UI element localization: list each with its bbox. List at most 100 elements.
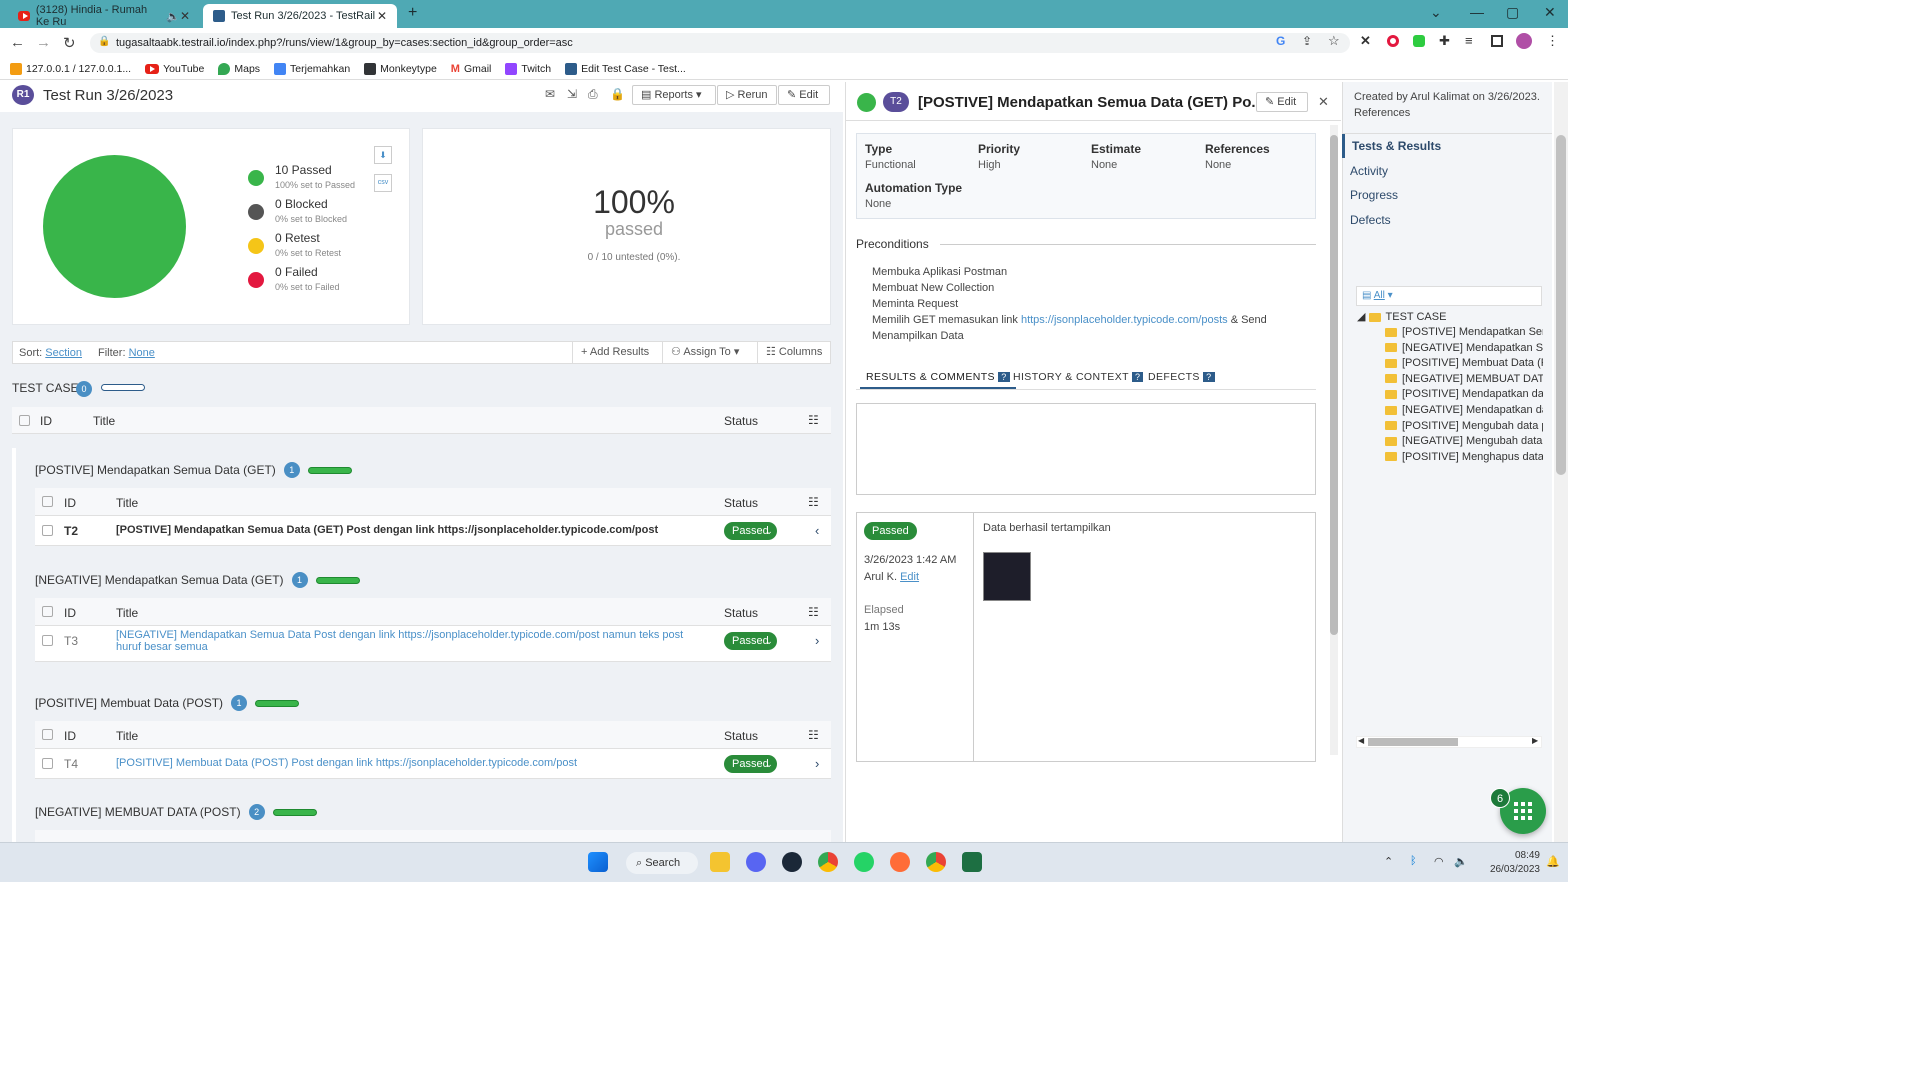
- maximize-icon[interactable]: ▢: [1506, 4, 1519, 21]
- tree-item[interactable]: [NEGATIVE] Mengubah data: [1385, 435, 1543, 447]
- postman-icon[interactable]: [890, 852, 910, 872]
- file-explorer-icon[interactable]: [710, 852, 730, 872]
- column-menu-icon[interactable]: ☷: [808, 605, 819, 619]
- browser-tab-youtube[interactable]: (3128) Hindia - Rumah Ke Ru 🔈 ✕: [8, 4, 200, 28]
- tree-filter[interactable]: ▤ All ▾: [1362, 290, 1393, 301]
- row-title-link[interactable]: [POSTIVE] Mendapatkan Semua Data (GET) P…: [116, 524, 706, 536]
- scroll-left-icon[interactable]: ◀: [1358, 736, 1364, 745]
- bookmark-monkeytype[interactable]: Monkeytype: [364, 62, 437, 75]
- help-icon[interactable]: ?: [1203, 372, 1215, 382]
- windows-start-icon[interactable]: [588, 852, 608, 872]
- row-status-dropdown[interactable]: Passed ⌄: [724, 755, 777, 773]
- chrome-menu-icon[interactable]: ⋮: [1546, 33, 1559, 49]
- bookmark-edit-test-case[interactable]: Edit Test Case - Test...: [565, 62, 686, 75]
- sidebar-nav-tests-results[interactable]: Tests & Results: [1352, 139, 1441, 153]
- lock-icon[interactable]: 🔒: [98, 36, 110, 47]
- clock-time[interactable]: 08:49: [1508, 850, 1540, 861]
- url-field[interactable]: tugasaltaabk.testrail.io/index.php?/runs…: [90, 33, 1350, 53]
- bluetooth-icon[interactable]: ᛒ: [1410, 855, 1417, 867]
- tab-defects[interactable]: DEFECTS ?: [1148, 371, 1215, 383]
- lock-run-icon[interactable]: 🔒: [610, 87, 625, 101]
- download-csv-icon[interactable]: csv: [374, 174, 392, 192]
- volume-icon[interactable]: 🔈: [1454, 855, 1468, 868]
- rerun-button[interactable]: ▷ Rerun: [717, 85, 777, 105]
- profile-avatar[interactable]: [1516, 33, 1532, 49]
- select-section-checkbox[interactable]: [42, 606, 53, 617]
- bookmark-translate[interactable]: Terjemahkan: [274, 62, 350, 75]
- tree-hscrollbar-thumb[interactable]: [1368, 738, 1458, 746]
- mail-icon[interactable]: ✉: [545, 87, 555, 101]
- comment-input[interactable]: [856, 403, 1316, 495]
- tab-search-icon[interactable]: ⌄: [1430, 4, 1442, 21]
- edit-test-button[interactable]: ✎ Edit: [1256, 92, 1308, 112]
- precondition-link[interactable]: https://jsonplaceholder.typicode.com/pos…: [1021, 314, 1228, 326]
- taskbar-search[interactable]: ⌕ Search: [626, 852, 698, 874]
- opera-icon[interactable]: [1387, 35, 1399, 47]
- tree-item[interactable]: [POSITIVE] Membuat Data (F: [1385, 357, 1543, 369]
- download-image-icon[interactable]: ⬇: [374, 146, 392, 164]
- new-tab-icon[interactable]: +: [408, 4, 417, 22]
- expand-arrow-icon[interactable]: ›: [815, 633, 819, 648]
- sort-link[interactable]: Section: [45, 347, 82, 359]
- print-icon[interactable]: ⎙: [588, 87, 598, 102]
- collapse-icon[interactable]: ◢: [1357, 311, 1369, 323]
- row-title-link[interactable]: [POSITIVE] Membuat Data (POST) Post deng…: [116, 757, 706, 769]
- edit-result-link[interactable]: Edit: [900, 571, 919, 583]
- steam-icon[interactable]: [782, 852, 802, 872]
- wifi-icon[interactable]: ◠: [1434, 855, 1444, 868]
- whatsapp-icon[interactable]: [854, 852, 874, 872]
- bookmark-localhost[interactable]: 127.0.0.1 / 127.0.0.1...: [10, 62, 131, 75]
- select-all-checkbox[interactable]: [19, 415, 30, 426]
- column-menu-icon[interactable]: ☷: [808, 413, 819, 427]
- chrome-profile-icon[interactable]: [926, 852, 946, 872]
- sidebar-nav-progress[interactable]: Progress: [1350, 188, 1398, 202]
- excel-icon[interactable]: [962, 852, 982, 872]
- close-panel-icon[interactable]: ✕: [1318, 94, 1329, 110]
- reading-list-icon[interactable]: ≡: [1465, 33, 1473, 48]
- sidepanel-icon[interactable]: [1491, 35, 1503, 47]
- help-icon[interactable]: ?: [998, 372, 1010, 382]
- row-checkbox[interactable]: [42, 635, 53, 646]
- edit-run-button[interactable]: ✎ Edit: [778, 85, 830, 105]
- tree-item[interactable]: [POSITIVE] Mengubah data p: [1385, 420, 1543, 432]
- tree-item[interactable]: [NEGATIVE] Mendapatkan Se: [1385, 342, 1543, 354]
- tree-root[interactable]: ◢ TEST CASE: [1357, 310, 1446, 323]
- back-icon[interactable]: ←: [10, 34, 25, 51]
- attachment-thumbnail[interactable]: [983, 552, 1031, 601]
- row-checkbox[interactable]: [42, 525, 53, 536]
- export-icon[interactable]: ⇲: [567, 87, 577, 101]
- column-menu-icon[interactable]: ☷: [808, 495, 819, 509]
- tree-item[interactable]: [POSITIVE] Menghapus data: [1385, 451, 1543, 463]
- close-tab-icon[interactable]: ✕: [180, 9, 190, 23]
- bookmark-star-icon[interactable]: ☆: [1328, 33, 1340, 49]
- tree-item[interactable]: [POSITIVE] Mendapatkan da: [1385, 388, 1543, 400]
- clock-date[interactable]: 26/03/2023: [1478, 864, 1540, 875]
- row-status-dropdown[interactable]: Passed ⌄: [724, 632, 777, 650]
- close-window-icon[interactable]: ✕: [1544, 4, 1556, 21]
- page-scrollbar-thumb[interactable]: [1556, 135, 1566, 475]
- add-results-button[interactable]: + Add Results: [572, 341, 662, 364]
- row-status-dropdown[interactable]: Passed ⌄: [724, 522, 777, 540]
- row-title-link[interactable]: [NEGATIVE] Mendapatkan Semua Data Post d…: [116, 629, 706, 653]
- tab-results-comments[interactable]: RESULTS & COMMENTS ?: [860, 371, 1016, 389]
- bookmark-gmail[interactable]: M Gmail: [451, 63, 492, 75]
- detail-scrollbar-thumb[interactable]: [1330, 135, 1338, 635]
- browser-tab-testrail[interactable]: Test Run 3/26/2023 - TestRail ✕: [203, 4, 397, 28]
- tree-item[interactable]: [NEGATIVE] MEMBUAT DATA: [1385, 373, 1543, 385]
- bookmark-youtube[interactable]: YouTube: [145, 63, 204, 75]
- extension-x-icon[interactable]: ✕: [1360, 33, 1371, 49]
- tab-history-context[interactable]: HISTORY & CONTEXT ?: [1013, 371, 1144, 383]
- assign-to-button[interactable]: ⚇ Assign To ▾: [662, 341, 757, 364]
- tray-chevron-icon[interactable]: ⌃: [1384, 855, 1393, 868]
- extension-green-icon[interactable]: [1413, 35, 1425, 47]
- row-checkbox[interactable]: [42, 758, 53, 769]
- collapse-arrow-icon[interactable]: ‹: [815, 523, 819, 538]
- column-menu-icon[interactable]: ☷: [808, 728, 819, 742]
- select-section-checkbox[interactable]: [42, 496, 53, 507]
- sidebar-nav-activity[interactable]: Activity: [1350, 164, 1388, 178]
- filter-link[interactable]: None: [129, 347, 155, 359]
- bookmark-twitch[interactable]: Twitch: [505, 62, 551, 75]
- bookmark-maps[interactable]: Maps: [218, 62, 260, 75]
- discord-icon[interactable]: [746, 852, 766, 872]
- select-section-checkbox[interactable]: [42, 729, 53, 740]
